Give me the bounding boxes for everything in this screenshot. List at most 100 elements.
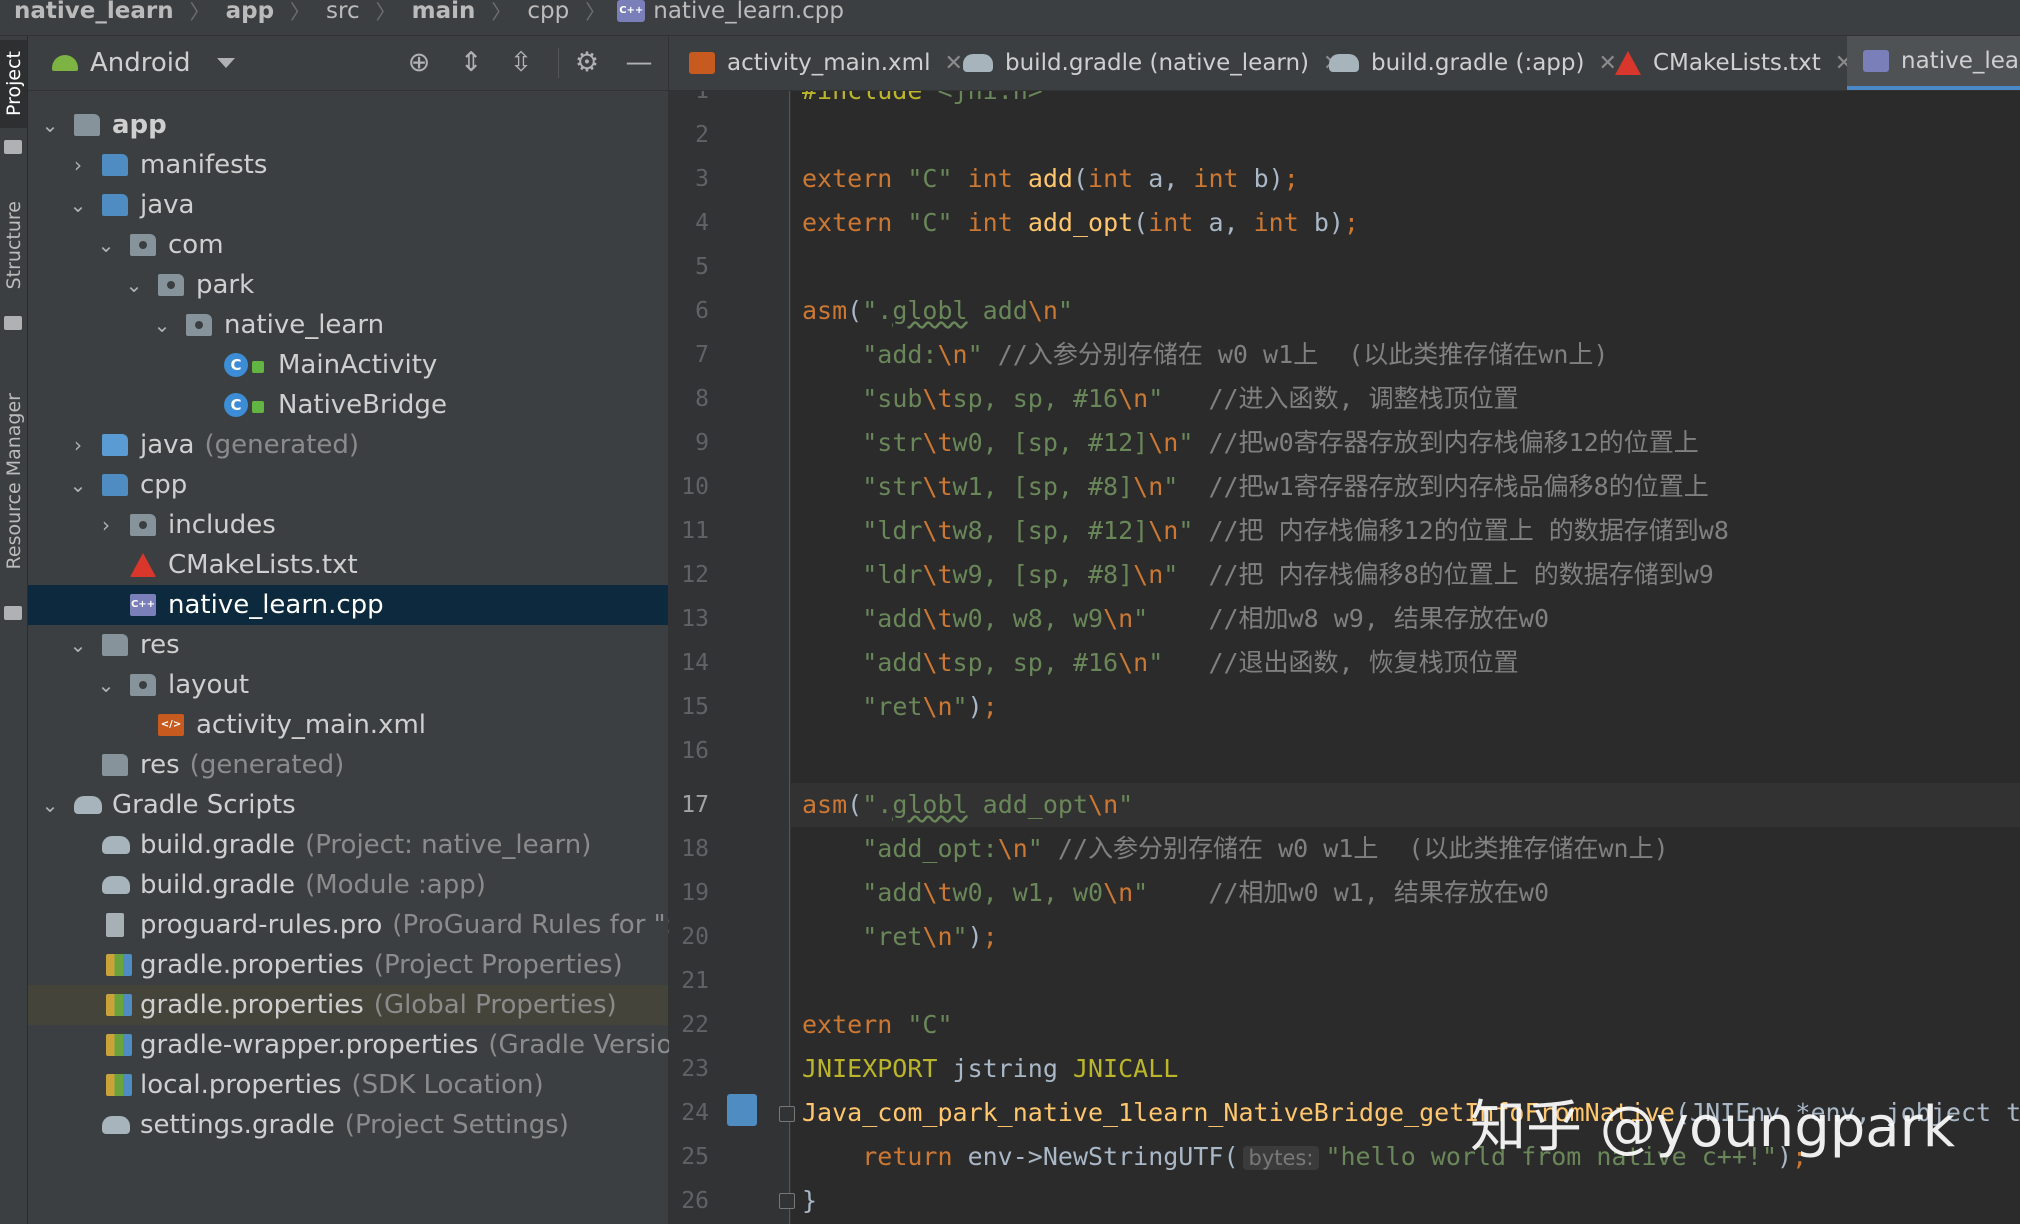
editor-tabs: activity_main.xml ✕ build.gradle (native… — [669, 36, 2020, 91]
tree-item-label: native_learn — [224, 310, 384, 340]
chevron-right-icon[interactable]: › — [96, 513, 116, 537]
tree-item-gradle-scripts[interactable]: ⌄ Gradle Scripts — [28, 785, 668, 825]
tree-item-local-properties[interactable]: local.properties (SDK Location) — [28, 1065, 668, 1105]
tree-item-proguard-rules[interactable]: proguard-rules.pro (ProGuard Rules for ": — [28, 905, 674, 945]
line-number: 8 — [695, 386, 709, 412]
properties-file-icon — [106, 1034, 132, 1056]
breadcrumb-item[interactable]: main — [408, 0, 480, 24]
line-number: 9 — [695, 430, 709, 456]
line-number: 14 — [681, 650, 709, 676]
tree-item-res-generated[interactable]: res (generated) — [28, 745, 668, 785]
breadcrumb: native_learn 〉 app 〉 src 〉 main 〉 cpp 〉 … — [0, 0, 2020, 36]
tree-item-label: includes — [168, 510, 276, 540]
tab-label: activity_main.xml — [727, 50, 931, 76]
tree-item-label: layout — [168, 670, 249, 700]
chevron-down-icon[interactable]: ⌄ — [96, 673, 116, 697]
tree-item-build-gradle-module[interactable]: build.gradle (Module :app) — [28, 865, 668, 905]
chevron-down-icon[interactable]: ⌄ — [152, 313, 172, 337]
tree-item-java-generated[interactable]: › java (generated) — [28, 425, 668, 465]
code-editor[interactable]: 1 2 3 4 5 6 7 8 9 10 11 12 13 14 15 16 1… — [669, 91, 2020, 1224]
breadcrumb-item[interactable]: src — [322, 0, 364, 24]
tab-build-gradle-app[interactable]: build.gradle (:app) ✕ — [1329, 36, 1617, 90]
tree-item-label: build.gradle (Project: native_learn) — [140, 830, 591, 860]
locate-icon[interactable]: ⊕ — [404, 48, 434, 78]
tree-item-build-gradle-project[interactable]: build.gradle (Project: native_learn) — [28, 825, 668, 865]
structure-icon — [4, 316, 22, 330]
tree-item-app[interactable]: ⌄ app — [28, 105, 668, 145]
tree-item-gradle-wrapper-properties[interactable]: gradle-wrapper.properties (Gradle Version — [28, 1025, 689, 1065]
tree-item-mainactivity[interactable]: C MainActivity — [28, 345, 668, 385]
chevron-down-icon[interactable]: ⌄ — [40, 793, 60, 817]
fold-icon[interactable] — [779, 1193, 795, 1209]
breadcrumb-separator-icon: 〉 — [189, 0, 210, 24]
line-number: 2 — [695, 122, 709, 148]
gear-icon[interactable]: ⚙ — [572, 48, 602, 78]
tab-build-gradle-project[interactable]: build.gradle (native_learn) ✕ — [963, 36, 1341, 90]
breadcrumb-item[interactable]: cpp — [523, 0, 573, 24]
chevron-right-icon[interactable]: › — [68, 153, 88, 177]
chevron-down-icon[interactable]: ⌄ — [40, 113, 60, 137]
tree-item-cmakelists[interactable]: CMakeLists.txt — [28, 545, 668, 585]
tool-tab-project[interactable]: Project — [0, 40, 27, 128]
tool-tab-label: Resource Manager — [2, 392, 25, 570]
fold-icon[interactable] — [779, 1106, 795, 1122]
tree-item-java[interactable]: ⌄ java — [28, 185, 668, 225]
breadcrumb-item[interactable]: native_learn.cpp — [653, 0, 848, 24]
breadcrumb-item[interactable]: app — [222, 0, 278, 24]
chevron-down-icon[interactable]: ⌄ — [96, 233, 116, 257]
chevron-down-icon[interactable]: ⌄ — [68, 633, 88, 657]
cpp-file-icon: C++ — [130, 594, 156, 616]
tree-item-manifests[interactable]: › manifests — [28, 145, 668, 185]
jni-navigation-icon[interactable] — [727, 1094, 757, 1126]
tab-native-learn-cpp[interactable]: native_learn.cpp — [1847, 36, 2020, 90]
view-mode-selector[interactable]: Android — [52, 48, 235, 78]
tool-tab-structure[interactable]: Structure — [0, 186, 27, 304]
class-icon: C — [224, 353, 248, 377]
tree-item-native-learn[interactable]: ⌄ native_learn — [28, 305, 668, 345]
cpp-file-icon: C++ — [617, 0, 646, 22]
tree-item-hint: (generated) — [204, 430, 360, 460]
tree-item-res[interactable]: ⌄ res — [28, 625, 668, 665]
expand-all-icon[interactable]: ⇕ — [456, 48, 486, 78]
tree-item-com[interactable]: ⌄ com — [28, 225, 668, 265]
code-line: "add\tw0, w8, w9\n" //相加w8 w9, 结果存放在w0 — [862, 604, 1550, 633]
tree-item-nativebridge[interactable]: C NativeBridge — [28, 385, 668, 425]
line-number: 19 — [681, 880, 709, 906]
tree-item-label: settings.gradle (Project Settings) — [140, 1110, 569, 1140]
tree-item-native-learn-cpp[interactable]: C++ native_learn.cpp — [28, 585, 668, 625]
code-line: asm(".globl add_opt\n" — [802, 790, 1134, 819]
code-line: "str\tw0, [sp, #12]\n" //把w0寄存器存放到内存栈偏移1… — [862, 428, 1699, 457]
tree-item-gradle-properties-project[interactable]: gradle.properties (Project Properties) — [28, 945, 668, 985]
code-line: "ret\n"); — [862, 692, 998, 721]
label-text: includes — [168, 510, 276, 540]
chevron-down-icon[interactable]: ⌄ — [124, 273, 144, 297]
chevron-right-icon[interactable]: › — [68, 433, 88, 457]
breadcrumb-separator-icon: 〉 — [491, 0, 512, 24]
tab-cmakelists[interactable]: CMakeLists.txt ✕ — [1615, 36, 1853, 90]
tree-item-gradle-properties-global[interactable]: gradle.properties (Global Properties) — [28, 985, 668, 1025]
class-icon: C — [224, 393, 248, 417]
tree-item-label: manifests — [140, 150, 267, 180]
android-icon — [52, 55, 78, 71]
label-text: native_learn.cpp — [168, 590, 384, 620]
tab-activity-main-xml[interactable]: activity_main.xml ✕ — [689, 36, 963, 90]
tree-item-settings-gradle[interactable]: settings.gradle (Project Settings) — [28, 1105, 668, 1145]
tool-tab-resource-manager[interactable]: Resource Manager — [0, 366, 27, 596]
resource-manager-icon — [4, 606, 22, 620]
label-text: local.properties — [140, 1070, 342, 1100]
tree-item-activity-main-xml[interactable]: </> activity_main.xml — [28, 705, 668, 745]
package-icon — [158, 274, 184, 296]
close-icon[interactable]: ✕ — [944, 51, 962, 76]
hide-panel-icon[interactable]: — — [624, 48, 654, 78]
tree-item-park[interactable]: ⌄ park — [28, 265, 668, 305]
chevron-down-icon[interactable]: ⌄ — [68, 473, 88, 497]
tree-item-cpp[interactable]: ⌄ cpp — [28, 465, 668, 505]
tree-item-includes[interactable]: › includes — [28, 505, 668, 545]
tree-item-layout[interactable]: ⌄ layout — [28, 665, 668, 705]
collapse-all-icon[interactable]: ⇳ — [506, 48, 536, 78]
label-text: NativeBridge — [278, 390, 447, 420]
breadcrumb-item[interactable]: native_learn — [10, 0, 178, 24]
tree-item-label: activity_main.xml — [196, 710, 426, 740]
code-line: extern "C" — [802, 1010, 953, 1039]
chevron-down-icon[interactable]: ⌄ — [68, 193, 88, 217]
